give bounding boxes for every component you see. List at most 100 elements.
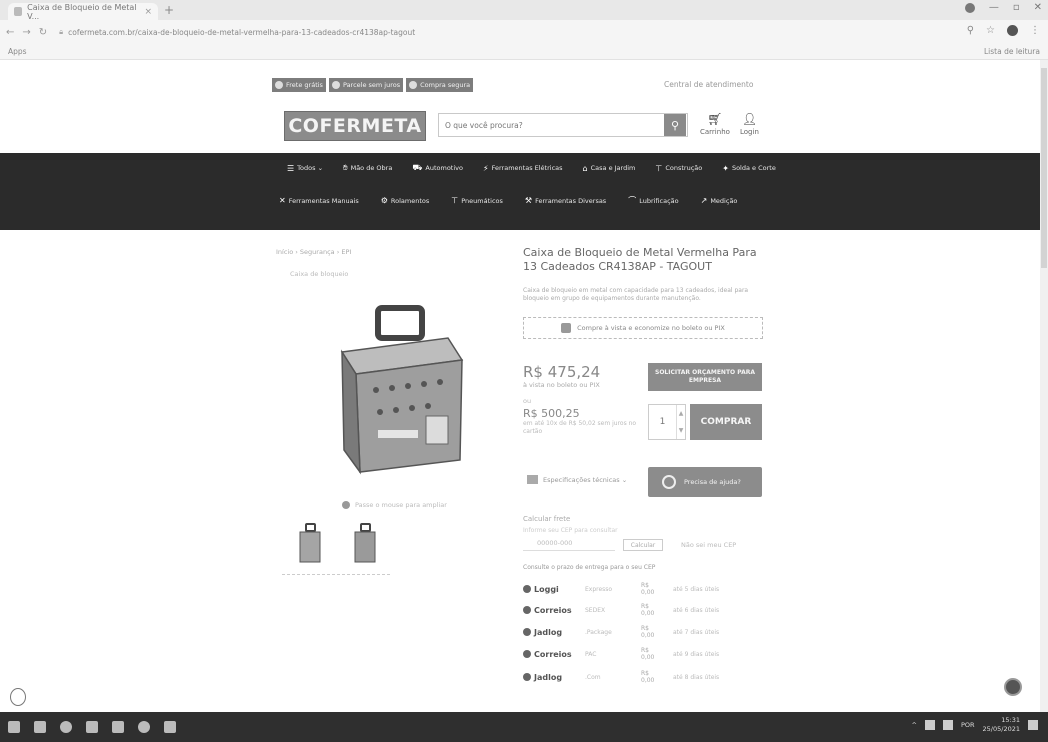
- hand-icon: ✋︎: [343, 163, 348, 172]
- freight-title: Calcular frete: [523, 515, 571, 523]
- volume-icon[interactable]: [942, 720, 953, 730]
- nav-item-construction[interactable]: ⊤ Construção: [655, 164, 702, 173]
- cep-input[interactable]: 00000-000: [523, 539, 615, 551]
- installment-price: R$ 500,25: [523, 407, 580, 420]
- shipping-service: SEDEX: [585, 606, 606, 614]
- nav-label: Solda e Corte: [731, 164, 776, 172]
- nav-item-pneumatics[interactable]: ⊤ Pneumáticos: [451, 196, 503, 205]
- nav-item-home-garden[interactable]: ⌂ Casa e Jardim: [583, 164, 636, 173]
- nav-item-measurement[interactable]: ↗ Medição: [701, 196, 738, 205]
- nav-label: Casa e Jardim: [590, 164, 636, 172]
- star-icon[interactable]: ☆: [986, 25, 995, 36]
- page-scrollbar[interactable]: [1040, 60, 1048, 712]
- reload-icon[interactable]: ↻: [39, 27, 47, 38]
- network-icon[interactable]: [924, 720, 935, 730]
- nav-item-bearings[interactable]: ⚙︎ Rolamentos: [381, 196, 430, 205]
- warning-tag: [425, 415, 449, 445]
- nav-row-2: ✕ Ferramentas Manuais ⚙︎ Rolamentos ⊤ Pneum…: [0, 195, 1048, 206]
- jadlog-icon: [523, 628, 531, 636]
- product-thumbnail-2[interactable]: [352, 522, 378, 566]
- drill-icon: ⚡︎: [482, 163, 489, 173]
- cart-link[interactable]: 🛒︎ Carrinho: [700, 112, 730, 136]
- url-field[interactable]: 🔒︎ cofermeta.com.br/caixa-de-bloqueio-de…: [55, 24, 815, 40]
- forward-icon[interactable]: →: [22, 27, 30, 38]
- loggi-icon: [523, 585, 531, 593]
- contact-link[interactable]: Central de atendimento: [664, 80, 753, 89]
- calculate-freight-button[interactable]: Calcular: [623, 539, 663, 551]
- help-button[interactable]: Precisa de ajuda?: [648, 467, 762, 497]
- nav-item-hand-tools[interactable]: ✕ Ferramentas Manuais: [279, 196, 359, 205]
- chat-widget-icon[interactable]: [10, 688, 26, 706]
- increment-icon[interactable]: ▲: [679, 410, 684, 417]
- search-input[interactable]: [439, 114, 664, 136]
- delivery-time-link[interactable]: Consulte o prazo de entrega para o seu C…: [523, 564, 655, 571]
- find-cep-link[interactable]: Não sei meu CEP: [681, 541, 736, 549]
- language-indicator[interactable]: POR: [961, 721, 975, 729]
- extension-icon[interactable]: [1007, 25, 1018, 36]
- request-quote-button[interactable]: SOLICITAR ORÇAMENTO PARA EMPRESA: [648, 363, 762, 391]
- lock-icon: 🔒︎: [59, 27, 64, 36]
- shipping-option: Loggi Expresso R$ 0,00 até 5 dias úteis: [523, 582, 763, 596]
- new-tab-button[interactable]: +: [164, 3, 174, 17]
- freight-form: 00000-000 Calcular Não sei meu CEP: [523, 538, 763, 552]
- close-window-icon[interactable]: ✕: [1034, 2, 1042, 13]
- product-image[interactable]: [320, 300, 480, 480]
- nav-label: Construção: [665, 164, 703, 172]
- zoom-icon[interactable]: ⚲: [967, 25, 974, 36]
- nav-item-all[interactable]: ☰ Todos ⌄: [287, 164, 323, 173]
- promo-label: Parcele sem juros: [342, 81, 401, 89]
- nav-label: Ferramentas Elétricas: [491, 164, 563, 172]
- maximize-icon[interactable]: ▫: [1013, 2, 1020, 13]
- menu-dots-icon[interactable]: ⋮: [1030, 25, 1040, 36]
- bookmark-apps[interactable]: Apps: [8, 47, 27, 56]
- shipping-service: PAC: [585, 650, 597, 658]
- gear-icon: ⚙︎: [380, 196, 388, 205]
- cart-label: Carrinho: [700, 128, 730, 136]
- clock[interactable]: 15:31 25/05/2021: [983, 716, 1020, 734]
- favicon-icon: [14, 7, 23, 16]
- edge-icon[interactable]: [60, 721, 72, 733]
- whatsapp-icon[interactable]: [1004, 678, 1022, 696]
- scrollbar-thumb[interactable]: [1041, 68, 1047, 268]
- chevron-up-icon[interactable]: ^: [912, 721, 917, 729]
- login-link[interactable]: 👤︎ Login: [740, 112, 759, 136]
- profile-icon[interactable]: [964, 2, 975, 13]
- site-logo[interactable]: COFERMETA: [284, 111, 426, 141]
- task-view-icon[interactable]: [34, 721, 46, 733]
- product-thumbnail-1[interactable]: [297, 522, 323, 566]
- address-bar-row: ← → ↻ 🔒︎ cofermeta.com.br/caixa-de-bloqu…: [0, 20, 1048, 44]
- windows-start-icon[interactable]: [8, 721, 20, 733]
- folder-icon[interactable]: [86, 721, 98, 733]
- jadlog-icon: [523, 673, 531, 681]
- specs-link[interactable]: Especificações técnicas ⌄: [527, 475, 627, 484]
- quantity-stepper[interactable]: 1 ▲ ▼: [648, 404, 686, 440]
- nav-item-power-tools[interactable]: ⚡︎ Ferramentas Elétricas: [483, 164, 563, 173]
- chrome-icon[interactable]: [138, 721, 150, 733]
- nav-item-labor[interactable]: ✋︎ Mão de Obra: [343, 163, 392, 173]
- truck-icon: [275, 81, 283, 89]
- quantity-arrows: ▲ ▼: [676, 405, 685, 439]
- breadcrumb[interactable]: Início › Segurança › EPI: [276, 248, 351, 256]
- window-controls: — ▫ ✕: [964, 2, 1042, 13]
- decrement-icon[interactable]: ▼: [679, 427, 684, 434]
- nav-item-misc-tools[interactable]: ⚒︎ Ferramentas Diversas: [525, 196, 606, 205]
- buy-button[interactable]: COMPRAR: [690, 404, 762, 440]
- browser-tab[interactable]: Caixa de Bloqueio de Metal V... ×: [8, 3, 158, 21]
- nav-item-lubrication[interactable]: ⌒ Lubrificação: [628, 195, 678, 206]
- app-icon[interactable]: [164, 721, 176, 733]
- store-icon[interactable]: [112, 721, 124, 733]
- nav-item-welding[interactable]: ✦ Solda e Corte: [722, 164, 776, 173]
- category-nav: ☰ Todos ⌄ ✋︎ Mão de Obra ⛟ Automotivo ⚡︎ Fer…: [0, 153, 1048, 230]
- nav-item-automotive[interactable]: ⛟ Automotivo: [412, 163, 463, 173]
- quantity-value[interactable]: 1: [649, 417, 676, 427]
- notification-icon[interactable]: [1028, 720, 1038, 730]
- crane-icon: ⊤: [655, 163, 663, 173]
- search-bar: ⚲: [438, 113, 688, 137]
- reading-list[interactable]: Lista de leitura: [984, 47, 1040, 56]
- search-button[interactable]: ⚲: [664, 114, 686, 136]
- close-tab-icon[interactable]: ×: [144, 7, 152, 17]
- cash-price: R$ 475,24: [523, 363, 601, 381]
- minimize-icon[interactable]: —: [989, 2, 999, 13]
- nav-label: Ferramentas Manuais: [288, 196, 359, 205]
- back-icon[interactable]: ←: [6, 27, 14, 38]
